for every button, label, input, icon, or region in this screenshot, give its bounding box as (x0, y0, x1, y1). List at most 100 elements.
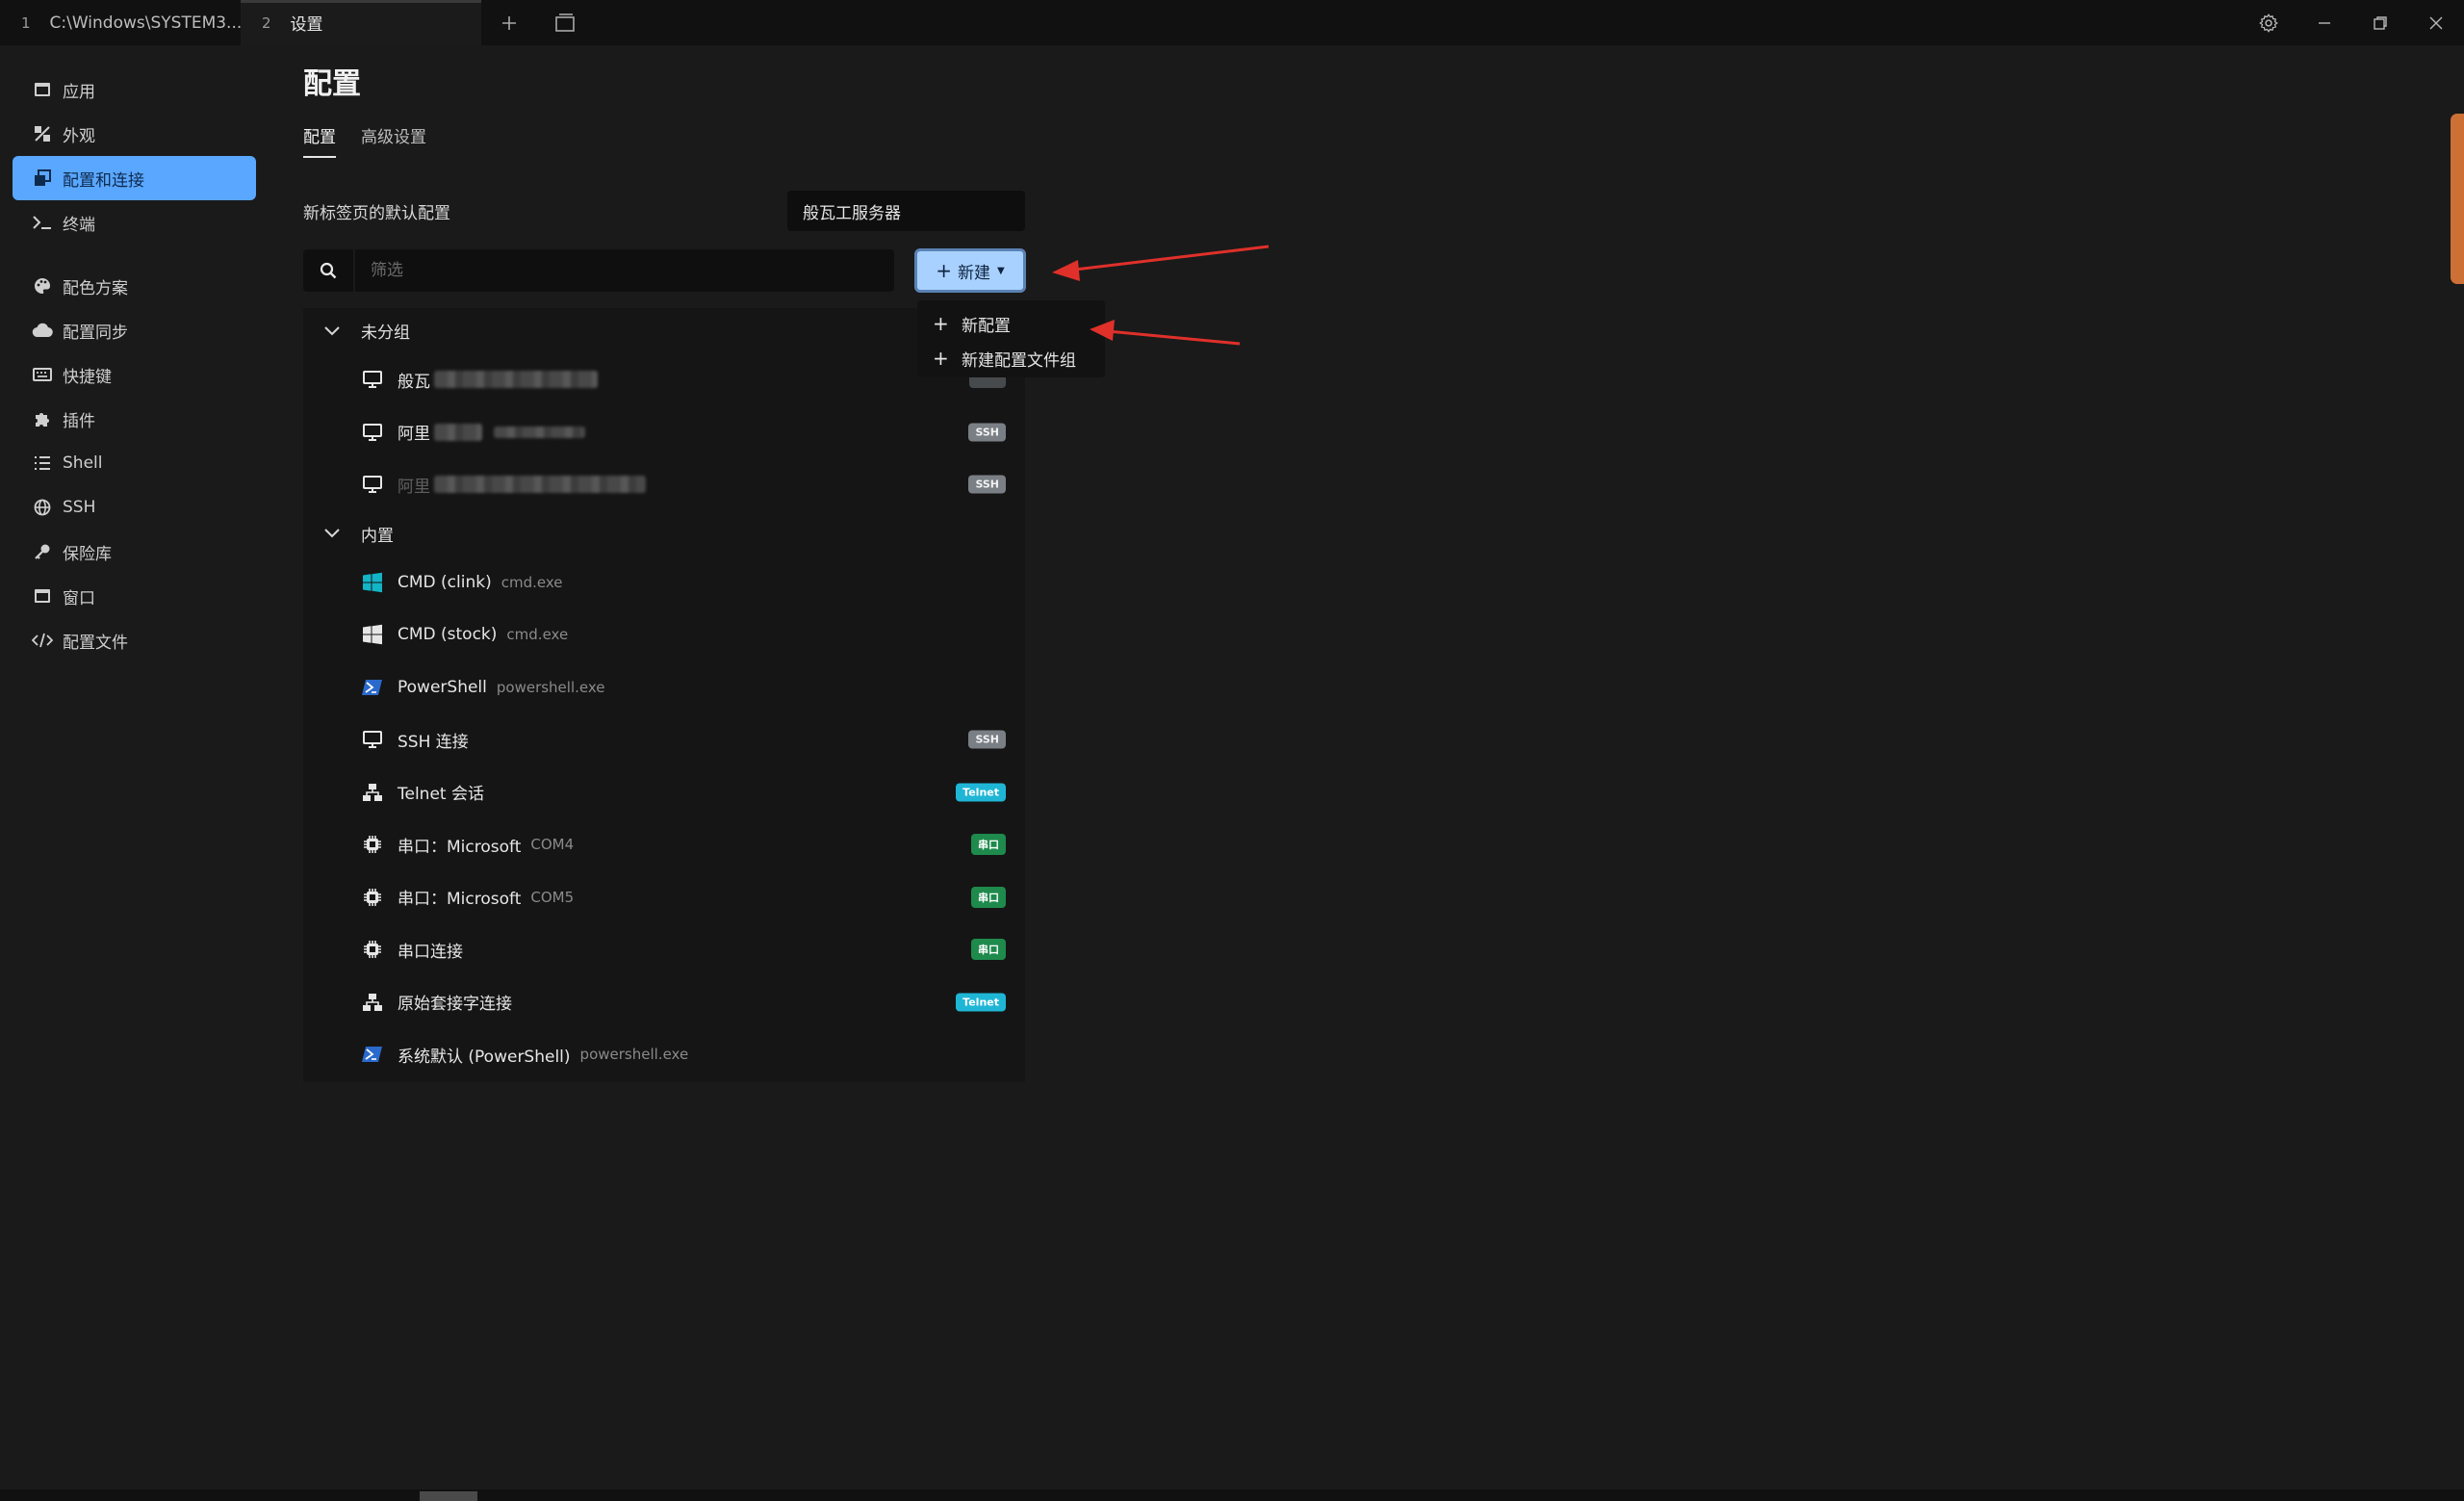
profile-name: 串口连接 (398, 942, 463, 962)
profile-name: 阿里 (398, 425, 430, 445)
settings-main: 配置 配置 高级设置 新标签页的默认配置 般瓦工服务器 + 新建 ▼ 未分组 般… (303, 60, 1105, 1082)
tab-label: C:\Windows\SYSTEM3... (49, 13, 243, 33)
scroll-indicator[interactable] (2451, 114, 2464, 284)
new-profile-button[interactable]: + 新建 ▼ (914, 248, 1026, 293)
chip-icon (361, 886, 384, 909)
redacted-text (494, 426, 585, 438)
profile-badge: SSH (968, 423, 1006, 442)
default-profile-label: 新标签页的默认配置 (303, 203, 450, 223)
profile-row[interactable]: 串口连接 串口 (303, 923, 1025, 976)
profile-name: SSH 连接 (398, 732, 469, 752)
puzzle-icon (32, 408, 53, 429)
tab-number: 2 (262, 13, 271, 32)
profile-row[interactable]: SSH 连接 SSH (303, 713, 1025, 766)
sidebar-item-shell[interactable]: Shell (13, 441, 256, 485)
profile-row[interactable]: 阿里 SSH (303, 406, 1025, 459)
chevron-down-icon (322, 325, 342, 336)
menu-item-label: 新建配置文件组 (962, 350, 1076, 371)
scrollbar-thumb[interactable] (420, 1491, 477, 1501)
sidebar-item-plugins[interactable]: 插件 (13, 397, 256, 441)
sidebar-item-vault[interactable]: 保险库 (13, 530, 256, 574)
minimize-icon (2319, 21, 2330, 24)
profile-row[interactable]: CMD (stock) cmd.exe (303, 608, 1025, 661)
profile-row[interactable]: CMD (clink) cmd.exe (303, 556, 1025, 609)
settings-sidebar: 应用 外观 配置和连接 终端 配色方案 配置同步 快捷键 插件 Shell SS… (13, 67, 256, 662)
filter-input[interactable] (355, 249, 894, 292)
profile-row[interactable]: Telnet 会话 Telnet (303, 766, 1025, 819)
profile-row[interactable]: 系统默认 (PowerShell) powershell.exe (303, 1028, 1025, 1081)
window-icon (32, 585, 53, 607)
menu-item-new-profile-group[interactable]: + 新建配置文件组 (917, 341, 1105, 375)
redacted-text (434, 423, 482, 441)
menu-item-label: 新配置 (962, 316, 1011, 336)
redacted-text (434, 371, 598, 389)
sidebar-item-label: 保险库 (63, 544, 112, 564)
search-icon (303, 249, 353, 292)
profile-name: 般瓦 (398, 372, 430, 392)
profile-row[interactable]: 串口：Microsoft COM4 串口 (303, 818, 1025, 871)
sidebar-item-label: 配置和连接 (63, 170, 144, 191)
sidebar-item-hotkeys[interactable]: 快捷键 (13, 352, 256, 397)
menu-item-new-profile[interactable]: + 新配置 (917, 306, 1105, 341)
chevron-down-icon (322, 529, 342, 538)
annotation-arrow (1058, 245, 1270, 273)
subtab-profiles[interactable]: 配置 (303, 123, 336, 158)
terminal-icon (32, 212, 53, 233)
subtab-advanced[interactable]: 高级设置 (361, 123, 426, 158)
profile-badge: 串口 (971, 886, 1006, 908)
sidebar-item-label: 快捷键 (63, 367, 112, 387)
sidebar-item-appearance[interactable]: 外观 (13, 112, 256, 156)
profile-name: 原始套接字连接 (398, 995, 512, 1015)
sidebar-item-label: 外观 (63, 126, 95, 146)
sidebar-item-config-file[interactable]: 配置文件 (13, 618, 256, 662)
tab-settings[interactable]: 2 设置 (241, 0, 481, 45)
minimize-button[interactable] (2297, 0, 2352, 45)
annotation-arrow (1096, 328, 1241, 346)
powershell-icon (361, 676, 384, 699)
title-bar: 1 C:\Windows\SYSTEM3... 2 设置 (0, 0, 2464, 45)
sidebar-item-application[interactable]: 应用 (13, 67, 256, 112)
chip-icon (361, 833, 384, 856)
profile-name: 阿里 (398, 477, 430, 497)
sidebar-item-label: 窗口 (63, 588, 95, 608)
default-profile-select[interactable]: 般瓦工服务器 (787, 191, 1025, 231)
subtab-bar: 配置 高级设置 (303, 123, 451, 158)
sidebar-item-label: SSH (63, 498, 96, 517)
bottom-scrollbar (0, 1489, 2464, 1501)
profile-name: PowerShell (398, 677, 487, 697)
profile-row[interactable]: 阿里 SSH (303, 458, 1025, 511)
palette-icon (32, 275, 53, 297)
gear-icon (2259, 13, 2278, 33)
profile-badge: SSH (968, 475, 1006, 494)
tab-list-button[interactable] (537, 0, 593, 45)
tab-terminal[interactable]: 1 C:\Windows\SYSTEM3... (0, 0, 243, 45)
annotation-arrowhead (1052, 260, 1080, 281)
code-icon (32, 630, 53, 651)
new-tab-button[interactable] (481, 0, 537, 45)
profile-list: 未分组 般瓦 阿里 SSH 阿里 SSH 内置 CMD (clink) cmd.… (303, 308, 1025, 1082)
profile-badge: Telnet (956, 783, 1006, 802)
profile-row[interactable]: 串口：Microsoft COM5 串口 (303, 871, 1025, 924)
profile-row[interactable]: PowerShell powershell.exe (303, 661, 1025, 714)
group-header-builtin[interactable]: 内置 (303, 511, 1025, 556)
restore-button[interactable] (2352, 0, 2408, 45)
profile-name: 串口：Microsoft (398, 837, 522, 857)
settings-button[interactable] (2241, 0, 2297, 45)
profile-row[interactable]: 原始套接字连接 Telnet (303, 976, 1025, 1029)
tab-number: 1 (21, 13, 31, 32)
close-button[interactable] (2408, 0, 2464, 45)
powershell-icon (361, 1043, 384, 1066)
sidebar-item-label: 配置文件 (63, 633, 128, 653)
sidebar-item-label: 配置同步 (63, 323, 128, 343)
plus-icon: + (933, 347, 949, 370)
sidebar-item-profiles[interactable]: 配置和连接 (13, 156, 256, 200)
sidebar-item-window[interactable]: 窗口 (13, 574, 256, 618)
sidebar-item-color-scheme[interactable]: 配色方案 (13, 264, 256, 308)
window-icon (32, 79, 53, 100)
profile-badge: 串口 (971, 939, 1006, 961)
windows-white-icon (361, 623, 384, 646)
sidebar-item-ssh[interactable]: SSH (13, 485, 256, 530)
sidebar-item-config-sync[interactable]: 配置同步 (13, 308, 256, 352)
sidebar-item-terminal[interactable]: 终端 (13, 200, 256, 245)
new-dropdown-menu: + 新配置 + 新建配置文件组 (917, 300, 1105, 377)
